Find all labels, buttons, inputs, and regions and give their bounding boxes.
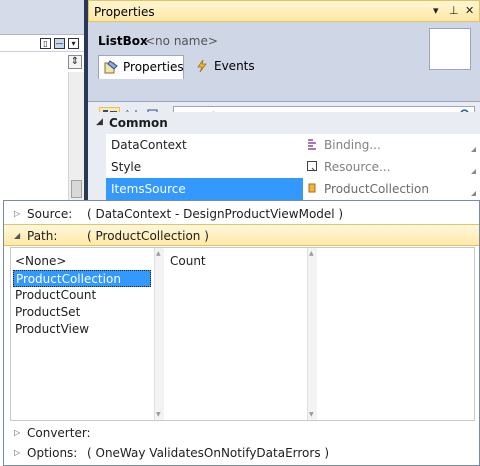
resource-marker-icon[interactable] (306, 160, 318, 172)
collapse-arrow-icon[interactable]: ◢ (96, 117, 103, 127)
dropdown-icon[interactable]: ▾ (68, 38, 79, 49)
property-row-datacontext[interactable]: DataContext Binding... (88, 134, 480, 156)
close-icon[interactable]: ✕ (465, 4, 474, 17)
element-preview (429, 28, 471, 70)
subpath-list[interactable]: Count (168, 248, 308, 420)
designer-panel: ▯ — ▾ ⇕ (0, 0, 88, 200)
lightning-icon (195, 59, 209, 73)
binding-popup: ▷ Source: ( DataContext - DesignProductV… (3, 200, 480, 466)
element-type: ListBox (98, 34, 148, 48)
collapse-arrow-icon[interactable]: ◢ (14, 225, 20, 247)
property-value[interactable]: Resource... (324, 156, 474, 178)
category-label: Common (109, 116, 168, 130)
resize-corner-icon (471, 191, 476, 196)
options-label: Options: (27, 446, 78, 460)
expand-arrow-icon[interactable]: ▷ (14, 442, 20, 464)
source-row[interactable]: ▷ Source: ( DataContext - DesignProductV… (4, 203, 479, 225)
tab-properties-label: Properties (123, 60, 184, 74)
empty-list-column (318, 248, 474, 420)
tab-events[interactable]: Events (190, 55, 260, 79)
window-menu-icon[interactable]: ▾ (433, 4, 439, 17)
property-grid: ◢ Common DataContext Binding... Style Re… (88, 112, 480, 200)
scroll-up-icon[interactable]: ▲ (309, 250, 314, 257)
path-item[interactable]: ProductView (13, 321, 151, 338)
subpath-list-scrollbar[interactable]: ▲ ▼ (307, 248, 317, 420)
property-value[interactable]: Binding... (324, 134, 474, 156)
options-value: ( OneWay ValidatesOnNotifyDataErrors ) (87, 446, 330, 460)
path-list-scrollbar[interactable]: ▲ ▼ (154, 248, 164, 420)
binding-marker-icon[interactable] (306, 138, 318, 150)
scrollbar-thumb[interactable] (71, 180, 82, 198)
minimize-icon[interactable]: — (54, 38, 65, 49)
options-row[interactable]: ▷ Options: ( OneWay ValidatesOnNotifyDat… (4, 442, 479, 464)
scroll-down-icon[interactable]: ▼ (309, 411, 314, 418)
designer-scrollbar[interactable] (68, 72, 84, 200)
scroll-down-icon[interactable]: ▼ (156, 411, 161, 418)
expand-arrow-icon[interactable]: ▷ (14, 203, 20, 225)
row-gutter (88, 178, 106, 200)
properties-header: ListBox <no name> Properties Events AZ (88, 22, 480, 134)
property-row-style[interactable]: Style Resource... (88, 156, 480, 178)
property-name: ItemsSource (106, 178, 303, 200)
path-item[interactable]: ProductSet (13, 304, 151, 321)
properties-icon (104, 60, 118, 74)
path-item[interactable]: <None> (13, 253, 151, 270)
designer-header (0, 0, 84, 35)
restore-icon[interactable]: ▯ (40, 38, 51, 49)
element-name[interactable]: <no name> (145, 34, 218, 48)
row-gutter (88, 156, 106, 178)
row-gutter (88, 134, 106, 156)
source-label: Source: (27, 207, 73, 221)
path-item[interactable]: ProductCount (13, 287, 151, 304)
tab-properties[interactable]: Properties (98, 55, 184, 79)
property-row-itemssource[interactable]: ItemsSource ProductCollection (88, 178, 480, 200)
property-value[interactable]: ProductCollection (324, 178, 474, 200)
properties-title-bar[interactable]: Properties ▾ ⊥ ✕ (88, 0, 480, 22)
subpath-item[interactable]: Count (170, 253, 206, 270)
category-common[interactable]: ◢ Common (88, 112, 480, 134)
path-item-selected[interactable]: ProductCollection (13, 270, 151, 287)
path-label: Path: (27, 229, 58, 243)
properties-title: Properties (94, 5, 155, 19)
resize-corner-icon (471, 169, 476, 174)
pin-icon[interactable]: ⊥ (449, 4, 459, 17)
path-list[interactable]: <None> ProductCollection ProductCount Pr… (11, 248, 164, 420)
source-value: ( DataContext - DesignProductViewModel ) (87, 207, 344, 221)
databound-marker-icon[interactable] (306, 182, 318, 194)
property-name: DataContext (111, 138, 187, 152)
property-name: Style (111, 160, 142, 174)
tab-events-label: Events (214, 59, 255, 73)
resize-corner-icon (471, 147, 476, 152)
scroll-up-icon[interactable]: ▲ (156, 250, 161, 257)
path-value: ( ProductCollection ) (87, 229, 209, 243)
path-picker: <None> ProductCollection ProductCount Pr… (10, 247, 475, 421)
converter-row[interactable]: ▷ Converter: (4, 422, 479, 444)
converter-label: Converter: (27, 426, 91, 440)
path-row[interactable]: ◢ Path: ( ProductCollection ) (4, 224, 479, 246)
properties-window: Properties ▾ ⊥ ✕ ListBox <no name> Prope… (88, 0, 480, 200)
split-view-icon[interactable]: ⇕ (68, 55, 82, 69)
expand-arrow-icon[interactable]: ▷ (14, 422, 20, 444)
